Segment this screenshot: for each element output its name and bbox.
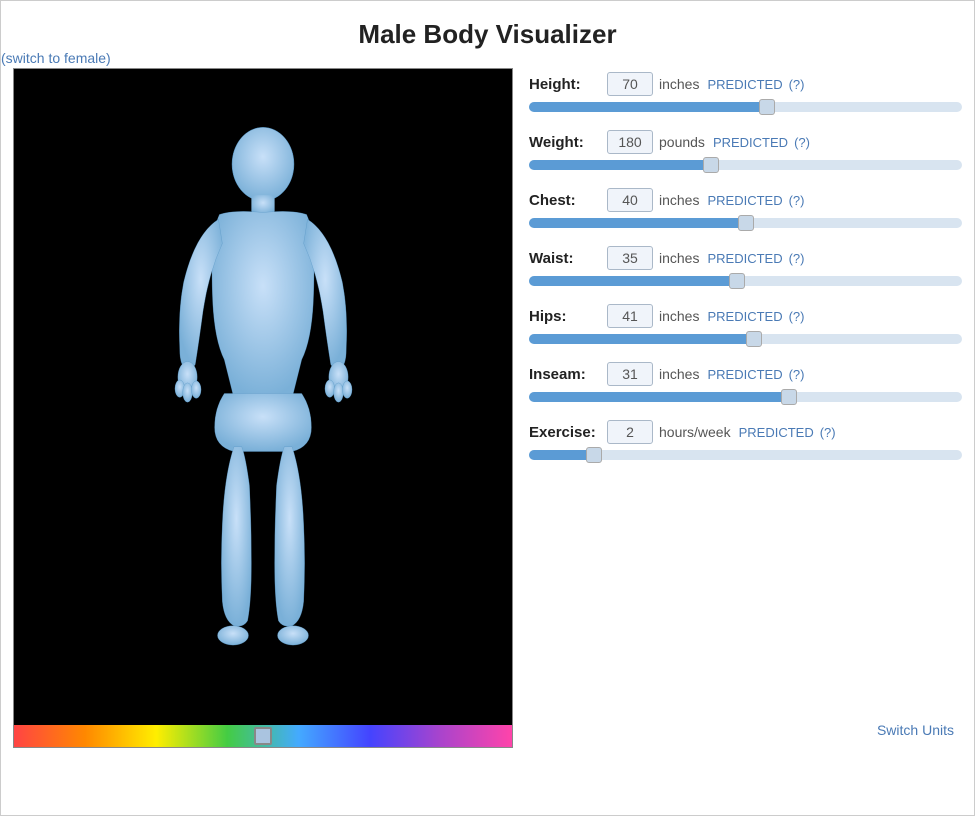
control-name-inseam: Inseam: xyxy=(529,366,601,383)
control-row-weight: Weight: pounds PREDICTED (?) xyxy=(529,130,962,170)
control-row-exercise: Exercise: hours/week PREDICTED (?) xyxy=(529,420,962,460)
slider-fill-waist xyxy=(529,276,737,286)
slider-thumb-waist[interactable] xyxy=(729,273,745,289)
control-predicted-exercise: PREDICTED xyxy=(739,425,814,440)
control-row-chest: Chest: inches PREDICTED (?) xyxy=(529,188,962,228)
control-name-height: Height: xyxy=(529,76,601,93)
slider-fill-exercise xyxy=(529,450,594,460)
slider-fill-inseam xyxy=(529,392,789,402)
control-help-hips[interactable]: (?) xyxy=(789,309,805,324)
control-predicted-hips: PREDICTED xyxy=(707,309,782,324)
control-help-weight[interactable]: (?) xyxy=(794,135,810,150)
slider-fill-chest xyxy=(529,218,746,228)
control-help-inseam[interactable]: (?) xyxy=(789,367,805,382)
body-viz-container xyxy=(13,68,513,748)
slider-fill-weight xyxy=(529,160,711,170)
control-predicted-height: PREDICTED xyxy=(707,77,782,92)
control-unit-chest: inches xyxy=(659,192,699,208)
slider-track-height[interactable] xyxy=(529,102,962,112)
control-row-waist: Waist: inches PREDICTED (?) xyxy=(529,246,962,286)
switch-units-section: Switch Units xyxy=(529,712,962,748)
control-unit-hips: inches xyxy=(659,308,699,324)
slider-track-inseam[interactable] xyxy=(529,392,962,402)
control-unit-inseam: inches xyxy=(659,366,699,382)
switch-units-button[interactable]: Switch Units xyxy=(877,722,954,738)
slider-thumb-weight[interactable] xyxy=(703,157,719,173)
control-row-height: Height: inches PREDICTED (?) xyxy=(529,72,962,112)
slider-fill-hips xyxy=(529,334,754,344)
control-row-hips: Hips: inches PREDICTED (?) xyxy=(529,304,962,344)
control-predicted-waist: PREDICTED xyxy=(707,251,782,266)
slider-thumb-chest[interactable] xyxy=(738,215,754,231)
slider-track-exercise[interactable] xyxy=(529,450,962,460)
color-bar[interactable] xyxy=(14,725,512,747)
control-unit-height: inches xyxy=(659,76,699,92)
controls-panel: Height: inches PREDICTED (?) Weight: pou… xyxy=(529,68,962,748)
control-help-chest[interactable]: (?) xyxy=(789,193,805,208)
control-name-chest: Chest: xyxy=(529,192,601,209)
slider-thumb-height[interactable] xyxy=(759,99,775,115)
slider-fill-height xyxy=(529,102,767,112)
control-predicted-chest: PREDICTED xyxy=(707,193,782,208)
control-input-chest[interactable] xyxy=(607,188,653,212)
slider-track-weight[interactable] xyxy=(529,160,962,170)
slider-thumb-inseam[interactable] xyxy=(781,389,797,405)
control-name-waist: Waist: xyxy=(529,250,601,267)
control-name-exercise: Exercise: xyxy=(529,424,601,441)
control-name-hips: Hips: xyxy=(529,308,601,325)
switch-gender-link[interactable]: (switch to female) xyxy=(1,50,111,66)
slider-track-hips[interactable] xyxy=(529,334,962,344)
control-unit-exercise: hours/week xyxy=(659,424,731,440)
control-help-waist[interactable]: (?) xyxy=(789,251,805,266)
control-input-exercise[interactable] xyxy=(607,420,653,444)
control-unit-waist: inches xyxy=(659,250,699,266)
control-name-weight: Weight: xyxy=(529,134,601,151)
slider-track-chest[interactable] xyxy=(529,218,962,228)
color-bar-thumb[interactable] xyxy=(254,727,272,745)
control-help-exercise[interactable]: (?) xyxy=(820,425,836,440)
control-input-inseam[interactable] xyxy=(607,362,653,386)
control-input-waist[interactable] xyxy=(607,246,653,270)
page-title: Male Body Visualizer xyxy=(1,1,974,50)
control-predicted-inseam: PREDICTED xyxy=(707,367,782,382)
control-row-inseam: Inseam: inches PREDICTED (?) xyxy=(529,362,962,402)
slider-track-waist[interactable] xyxy=(529,276,962,286)
slider-thumb-exercise[interactable] xyxy=(586,447,602,463)
control-input-height[interactable] xyxy=(607,72,653,96)
control-predicted-weight: PREDICTED xyxy=(713,135,788,150)
control-help-height[interactable]: (?) xyxy=(789,77,805,92)
control-input-weight[interactable] xyxy=(607,130,653,154)
control-input-hips[interactable] xyxy=(607,304,653,328)
control-unit-weight: pounds xyxy=(659,134,705,150)
slider-thumb-hips[interactable] xyxy=(746,331,762,347)
